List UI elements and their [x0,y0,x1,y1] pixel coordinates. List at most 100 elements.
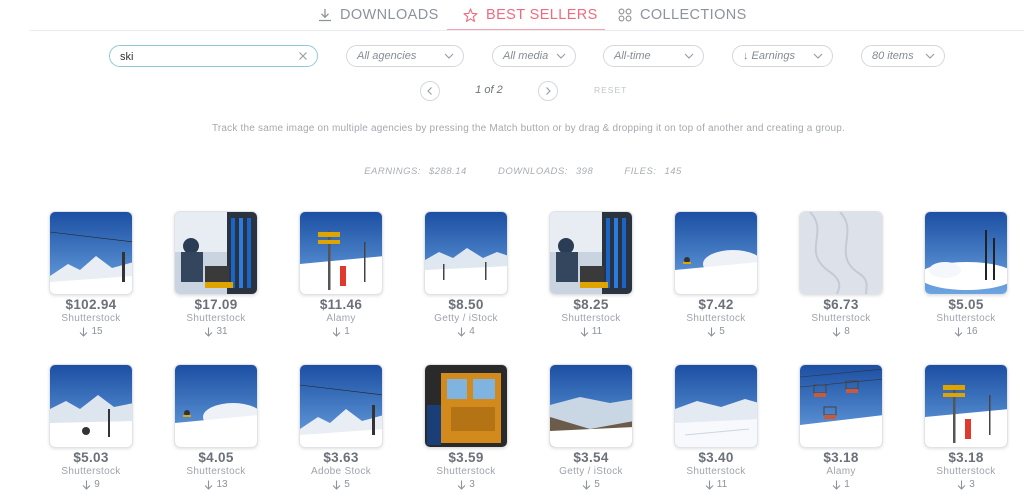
agency-name: Alamy [826,466,856,477]
image-thumbnail[interactable] [174,211,258,295]
image-thumbnail[interactable] [49,211,133,295]
chevron-down-icon [444,53,454,59]
chevron-down-icon [556,53,566,59]
image-card[interactable]: $11.46 Alamy 1 [299,211,383,337]
earnings-amount: $17.09 [194,297,238,312]
agency-name: Shutterstock [686,313,746,324]
arrow-down-icon [457,480,466,490]
image-card[interactable]: $17.09 Shutterstock 31 [174,211,258,337]
download-count: 3 [424,479,508,490]
earnings-amount: $8.50 [448,297,484,312]
agency-name: Shutterstock [186,313,246,324]
download-count: 16 [924,326,1008,337]
arrow-down-icon [957,480,966,490]
image-card[interactable]: $4.05 Shutterstock 13 [174,364,258,490]
period-dropdown[interactable]: All-time [603,45,704,67]
image-thumbnail[interactable] [299,211,383,295]
arrow-down-icon [457,327,466,337]
tab-downloads-label: DOWNLOADS [340,7,439,23]
download-count: 8 [799,326,883,337]
nav-divider [30,30,1024,31]
image-card[interactable]: $3.63 Adobe Stock 5 [299,364,383,490]
period-dropdown-value: All-time [614,50,651,62]
earnings-amount: $6.73 [823,297,859,312]
earnings-amount: $3.59 [448,450,484,465]
earnings-amount: $102.94 [65,297,117,312]
image-thumbnail[interactable] [49,364,133,448]
chevron-down-icon [925,53,935,59]
image-thumbnail[interactable] [174,364,258,448]
image-card[interactable]: $5.03 Shutterstock 9 [49,364,133,490]
image-thumbnail[interactable] [674,364,758,448]
agency-name: Shutterstock [61,466,121,477]
agencies-dropdown[interactable]: All agencies [346,45,464,67]
image-thumbnail[interactable] [924,364,1008,448]
download-count: 4 [424,326,508,337]
next-page-button[interactable] [538,81,558,101]
image-thumbnail[interactable] [924,211,1008,295]
image-card[interactable]: $3.40 Shutterstock 11 [674,364,758,490]
image-card[interactable]: $6.73 Shutterstock 8 [799,211,883,337]
arrow-down-icon [707,327,716,337]
arrow-down-icon [205,480,213,490]
download-count-value: 11 [716,479,728,490]
tab-collections[interactable]: COLLECTIONS [618,4,747,26]
clear-icon[interactable] [297,50,309,62]
prev-page-button[interactable] [420,81,440,101]
earnings-amount: $5.05 [948,297,984,312]
arrow-down-icon [832,327,841,337]
download-count-value: 16 [966,326,978,337]
image-card[interactable]: $5.05 Shutterstock 16 [924,211,1008,337]
image-thumbnail[interactable] [799,211,883,295]
image-thumbnail[interactable] [549,364,633,448]
image-card[interactable]: $8.50 Getty / iStock 4 [424,211,508,337]
items-per-page-dropdown[interactable]: 80 items [861,45,945,67]
search-input[interactable] [120,48,290,65]
image-card[interactable]: $3.18 Alamy 1 [799,364,883,490]
image-card[interactable]: $8.25 Shutterstock 11 [549,211,633,337]
download-icon [319,9,331,22]
tab-best-sellers[interactable]: BEST SELLERS [463,4,598,26]
reset-button[interactable]: RESET [594,85,627,95]
image-thumbnail[interactable] [799,364,883,448]
arrow-down-icon [955,327,963,337]
download-count: 1 [799,479,883,490]
download-count: 3 [924,479,1008,490]
sort-dropdown[interactable]: ↓ Earnings [732,45,833,67]
image-card[interactable]: $3.18 Shutterstock 3 [924,364,1008,490]
search-box[interactable] [109,45,318,67]
earnings-amount: $3.40 [698,450,734,465]
arrow-down-icon [332,327,341,337]
image-card[interactable]: $102.94 Shutterstock 15 [49,211,133,337]
image-thumbnail[interactable] [424,211,508,295]
earnings-label: EARNINGS: [364,166,421,177]
image-thumbnail[interactable] [674,211,758,295]
agency-name: Getty / iStock [559,466,623,477]
download-count: 11 [549,326,633,337]
image-thumbnail[interactable] [424,364,508,448]
agencies-dropdown-value: All agencies [357,50,417,62]
media-dropdown[interactable]: All media [492,45,576,67]
earnings-amount: $4.05 [198,450,234,465]
download-count-value: 5 [719,326,725,337]
tab-downloads[interactable]: DOWNLOADS [318,4,439,26]
media-dropdown-value: All media [503,50,549,62]
image-thumbnail[interactable] [549,211,633,295]
image-card[interactable]: $7.42 Shutterstock 5 [674,211,758,337]
sort-dropdown-value: ↓ Earnings [743,50,795,62]
arrow-down-icon [705,480,714,490]
image-card[interactable]: $3.59 Shutterstock 3 [424,364,508,490]
download-count-value: 31 [216,326,228,337]
download-count: 5 [549,479,633,490]
download-count-value: 4 [469,326,475,337]
arrow-down-icon [332,480,341,490]
items-per-page-value: 80 items [872,50,914,62]
earnings-amount: $3.63 [323,450,359,465]
agency-name: Shutterstock [811,313,871,324]
image-card[interactable]: $3.54 Getty / iStock 5 [549,364,633,490]
download-count: 5 [299,479,383,490]
image-thumbnail[interactable] [299,364,383,448]
agency-name: Alamy [326,313,356,324]
download-count-value: 13 [216,479,228,490]
arrow-down-icon [80,327,88,337]
